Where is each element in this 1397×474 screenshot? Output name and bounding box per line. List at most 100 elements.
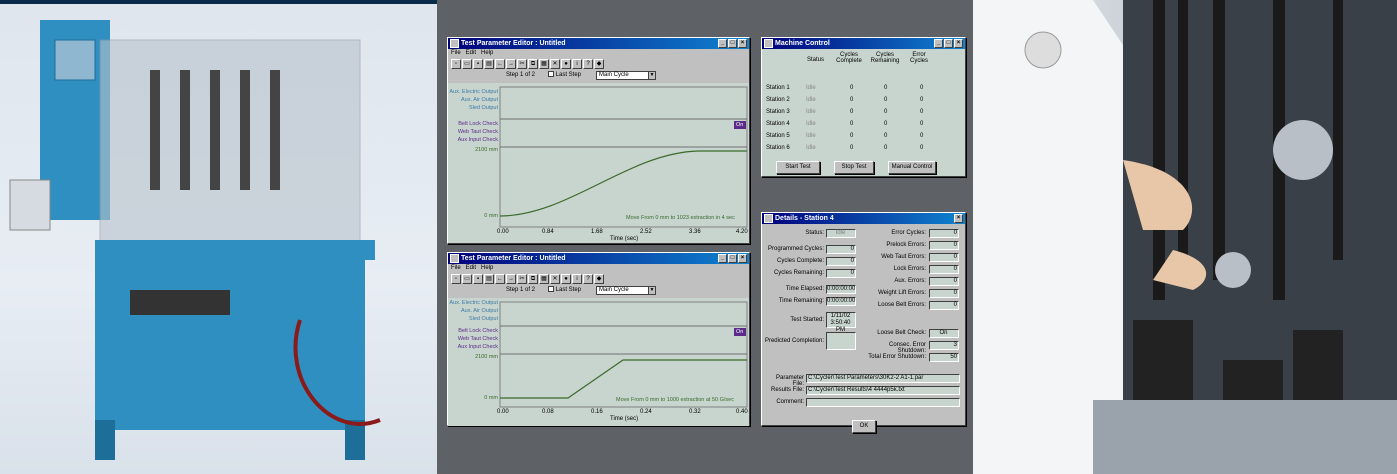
copy-icon[interactable]: ⧉ bbox=[528, 58, 538, 69]
print-icon[interactable]: ▤ bbox=[484, 273, 494, 284]
close-button[interactable]: × bbox=[738, 39, 747, 48]
time-elapsed-value: 0:00:00:00 bbox=[826, 285, 856, 294]
x-tick: 3.36 bbox=[689, 229, 701, 235]
time-remaining-value: 0:00:00:00 bbox=[826, 297, 856, 306]
delete-icon[interactable]: ✕ bbox=[550, 273, 560, 284]
menu-help[interactable]: Help bbox=[481, 265, 493, 271]
station-6-error-cycles: 0 bbox=[920, 145, 924, 151]
error-counter-value: 0 bbox=[929, 277, 959, 286]
globe-icon[interactable]: ● bbox=[561, 273, 571, 284]
settings-icon[interactable]: ◆ bbox=[594, 273, 604, 284]
arrow-right-icon[interactable]: → bbox=[506, 273, 516, 284]
station-1-cycles-remaining: 0 bbox=[884, 85, 888, 91]
app-icon bbox=[764, 39, 773, 48]
x-axis-label: Time (sec) bbox=[610, 236, 639, 242]
close-button[interactable]: × bbox=[954, 214, 963, 223]
error-counter-value: 0 bbox=[929, 241, 959, 250]
minimize-button[interactable]: _ bbox=[934, 39, 943, 48]
maximize-button[interactable]: □ bbox=[728, 254, 737, 263]
maximize-button[interactable]: □ bbox=[944, 39, 953, 48]
test-parameter-editor-2: Test Parameter Editor : Untitled _ □ × Fil… bbox=[447, 252, 750, 426]
x-axis-label: Time (sec) bbox=[610, 416, 639, 422]
help-icon[interactable]: ? bbox=[583, 58, 593, 69]
last-step-checkbox[interactable]: Last Step bbox=[548, 284, 581, 297]
station-2-status: Idle bbox=[806, 97, 816, 103]
error-counter-value: 0 bbox=[929, 265, 959, 274]
station-3-status: Idle bbox=[806, 109, 816, 115]
error-counter-label: Aux. Errors: bbox=[894, 278, 926, 284]
minimize-button[interactable]: _ bbox=[718, 39, 727, 48]
comment-field[interactable] bbox=[806, 398, 960, 407]
paste-icon[interactable]: ▦ bbox=[539, 58, 549, 69]
menu-edit[interactable]: Edit bbox=[466, 50, 476, 56]
results-file-label: Results File: bbox=[770, 387, 804, 393]
consec-error-shutdown-label: Consec. Error Shutdown: bbox=[888, 342, 926, 354]
open-icon[interactable]: ▭ bbox=[462, 273, 472, 284]
start-test-button[interactable]: Start Test bbox=[776, 161, 820, 174]
editor1-note: Move From 0 mm to 1023 extraction in 4 s… bbox=[626, 215, 735, 221]
header-error-cycles: Error Cycles bbox=[909, 52, 928, 64]
paste-icon[interactable]: ▦ bbox=[539, 273, 549, 284]
station-6-status: Idle bbox=[806, 145, 816, 151]
cycle-select[interactable]: Main Cycle ▼ bbox=[596, 71, 656, 80]
info-icon[interactable]: i bbox=[572, 273, 582, 284]
new-icon[interactable]: ▫ bbox=[451, 273, 461, 284]
settings-icon[interactable]: ◆ bbox=[594, 58, 604, 69]
stop-test-button[interactable]: Stop Test bbox=[834, 161, 874, 174]
minimize-button[interactable]: _ bbox=[718, 254, 727, 263]
last-step-checkbox[interactable]: Last Step bbox=[548, 69, 581, 82]
close-button[interactable]: × bbox=[738, 254, 747, 263]
menu-help[interactable]: Help bbox=[481, 50, 493, 56]
save-icon[interactable]: ▪ bbox=[473, 273, 483, 284]
info-icon[interactable]: i bbox=[572, 58, 582, 69]
label-2100mm: 2100 mm bbox=[475, 354, 498, 360]
error-counter-value: 0 bbox=[929, 289, 959, 298]
maximize-button[interactable]: □ bbox=[728, 39, 737, 48]
save-icon[interactable]: ▪ bbox=[473, 58, 483, 69]
on-label: On bbox=[736, 329, 744, 335]
station-1-error-cycles: 0 bbox=[920, 85, 924, 91]
new-icon[interactable]: ▫ bbox=[451, 58, 461, 69]
test-parameter-editor-1: Test Parameter Editor : Untitled _ □ × Fil… bbox=[447, 37, 750, 244]
editor1-menubar: File Edit Help bbox=[448, 49, 749, 58]
label-sled-output: Sled Output bbox=[468, 105, 498, 111]
editor2-toolbar: ▫ ▭ ▪ ▤ ← → ✂ ⧉ ▦ ✕ ● i? ◆ bbox=[448, 273, 749, 284]
time-remaining-label: Time Remaining: bbox=[778, 298, 824, 304]
help-icon[interactable]: ? bbox=[583, 273, 593, 284]
arrow-left-icon[interactable]: ← bbox=[495, 273, 505, 284]
arrow-right-icon[interactable]: → bbox=[506, 58, 516, 69]
loose-belt-check-value: On bbox=[929, 329, 959, 338]
menu-edit[interactable]: Edit bbox=[466, 265, 476, 271]
cycle-select[interactable]: Main Cycle ▼ bbox=[596, 286, 656, 295]
close-button[interactable]: × bbox=[954, 39, 963, 48]
app-icon bbox=[450, 39, 459, 48]
x-tick: 0.00 bbox=[497, 229, 509, 235]
delete-icon[interactable]: ✕ bbox=[550, 58, 560, 69]
error-counter-label: Loose Belt Errors: bbox=[877, 302, 926, 308]
label-aux-input: Aux Input Check bbox=[457, 344, 498, 350]
chevron-down-icon: ▼ bbox=[648, 287, 655, 294]
open-icon[interactable]: ▭ bbox=[462, 58, 472, 69]
arrow-left-icon[interactable]: ← bbox=[495, 58, 505, 69]
menu-file[interactable]: File bbox=[451, 50, 461, 56]
menu-file[interactable]: File bbox=[451, 265, 461, 271]
editor1-titlebar: Test Parameter Editor : Untitled _ □ × bbox=[448, 38, 749, 49]
globe-icon[interactable]: ● bbox=[561, 58, 571, 69]
status-value: Idle bbox=[826, 229, 856, 238]
cut-icon[interactable]: ✂ bbox=[517, 58, 527, 69]
print-icon[interactable]: ▤ bbox=[484, 58, 494, 69]
copy-icon[interactable]: ⧉ bbox=[528, 273, 538, 284]
station-6-name: Station 6 bbox=[766, 145, 790, 151]
parameter-file-label: Parameter File: bbox=[775, 375, 804, 387]
label-aux-electric: Aux. Electric Output bbox=[449, 89, 498, 95]
editor1-toolbar: ▫ ▭ ▪ ▤ ← → ✂ ⧉ ▦ ✕ ● i? ◆ bbox=[448, 58, 749, 69]
cut-icon[interactable]: ✂ bbox=[517, 273, 527, 284]
manual-control-button[interactable]: Manual Control bbox=[888, 161, 936, 174]
error-counter-value: 0 bbox=[929, 253, 959, 262]
ok-button[interactable]: OK bbox=[852, 420, 876, 433]
error-counter-label: Error Cycles: bbox=[891, 230, 926, 236]
predicted-completion-value bbox=[826, 332, 856, 350]
label-aux-input: Aux Input Check bbox=[457, 137, 498, 143]
station-5-name: Station 5 bbox=[766, 133, 790, 139]
x-tick: 0.24 bbox=[640, 409, 652, 415]
